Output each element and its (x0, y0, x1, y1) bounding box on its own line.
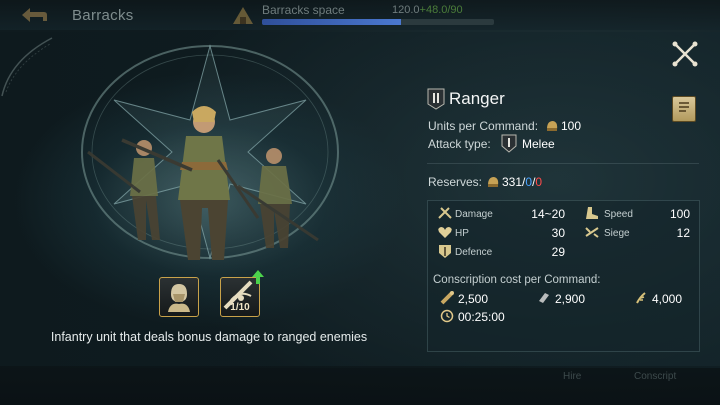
damage-value: 14~20 (531, 207, 565, 221)
clock-icon (440, 309, 454, 323)
bottom-band (0, 366, 720, 405)
barracks-icon (233, 7, 253, 24)
damage-label: Damage (455, 209, 493, 220)
page-title: Barracks (72, 7, 134, 24)
unit-portrait-skill[interactable] (159, 277, 199, 317)
wood-icon (440, 291, 454, 305)
space-value-extra: +48.0/90 (419, 4, 463, 16)
food-icon (636, 292, 646, 304)
wood-cost: 2,500 (458, 292, 489, 306)
barracks-space-label: Barracks space (262, 3, 345, 17)
reserves-count: 331 (502, 175, 523, 189)
defence-shield-icon (439, 245, 451, 258)
ranger-unit-illustration (87, 106, 319, 260)
helmet-icon (547, 121, 558, 131)
reserves-helmet-icon (488, 177, 499, 187)
reserves-value: 331/0/0 (502, 175, 542, 189)
upgrade-arrow-icon (252, 270, 264, 284)
hp-label: HP (455, 228, 469, 239)
space-value-current: 120.0 (392, 4, 420, 16)
barracks-space-value: 120.0+48.0/90 (392, 4, 463, 16)
barracks-space-fill (262, 19, 402, 25)
infantry-badge-icon (427, 88, 445, 110)
melee-shield-icon (501, 134, 517, 153)
speed-label: Speed (604, 209, 633, 220)
speed-boot-icon (586, 207, 598, 219)
unit-description: Infantry unit that deals bonus damage to… (50, 330, 368, 344)
food-cost: 4,000 (652, 292, 683, 306)
speed-value: 100 (669, 207, 690, 221)
attack-type-value: Melee (522, 137, 555, 151)
barracks-space-bar (262, 19, 494, 25)
reserves-label: Reserves: (428, 175, 483, 189)
attack-type-label: Attack type: (428, 137, 491, 151)
scroll-glyph (679, 102, 689, 112)
close-icon[interactable] (671, 40, 699, 68)
hire-hint: Hire (563, 371, 582, 382)
defence-label: Defence (455, 247, 493, 258)
siege-label: Siege (604, 228, 630, 239)
units-per-command-label: Units per Command: (428, 119, 539, 133)
infantry-portrait-icon (168, 284, 190, 312)
conscription-cost-title: Conscription cost per Command: (433, 274, 601, 286)
iron-cost: 2,900 (555, 292, 586, 306)
units-per-command-value: 100 (561, 119, 582, 133)
back-arrow-icon[interactable] (14, 4, 50, 26)
conscript-hint: Conscript (634, 371, 677, 382)
unit-name: Ranger (449, 89, 505, 108)
info-scroll-icon[interactable] (672, 96, 696, 122)
iron-icon (539, 293, 549, 303)
conscription-time: 00:25:00 (458, 310, 505, 324)
reserves-red-count: 0 (535, 175, 543, 189)
hp-heart-icon (438, 227, 452, 238)
hp-value: 30 (551, 226, 565, 240)
siege-value: 12 (676, 226, 690, 240)
defence-value: 29 (551, 245, 565, 259)
section-divider (427, 163, 699, 164)
siege-icon (585, 227, 599, 238)
damage-icon (438, 207, 452, 219)
skill-level-text: 1/10 (230, 302, 250, 313)
